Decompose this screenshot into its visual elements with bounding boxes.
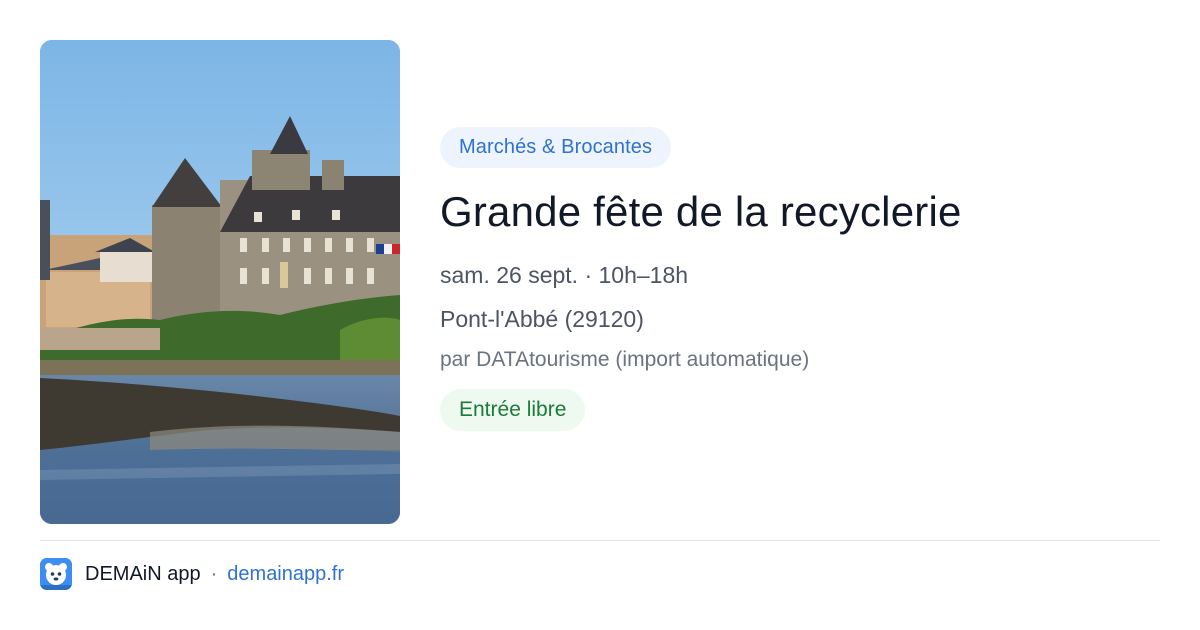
event-title: Grande fête de la recyclerie xyxy=(440,188,962,235)
event-location: Pont-l'Abbé (29120) xyxy=(440,306,644,332)
price-badge: Entrée libre xyxy=(440,389,586,431)
event-photo xyxy=(40,40,400,524)
demain-app-logo-icon xyxy=(40,558,72,590)
app-name: DEMAiN app xyxy=(85,562,201,585)
footer: DEMAiN app · demainapp.fr xyxy=(40,558,344,590)
event-info: Marchés & Brocantes Grande fête de la re… xyxy=(440,127,1160,431)
event-organizer: par DATAtourisme (import automatique) xyxy=(440,348,810,371)
footer-divider xyxy=(40,540,1160,541)
footer-separator: · xyxy=(210,562,218,585)
category-badge[interactable]: Marchés & Brocantes xyxy=(440,127,672,168)
app-website-link[interactable]: demainapp.fr xyxy=(227,563,344,586)
event-datetime: sam. 26 sept. · 10h–18h xyxy=(440,262,689,288)
